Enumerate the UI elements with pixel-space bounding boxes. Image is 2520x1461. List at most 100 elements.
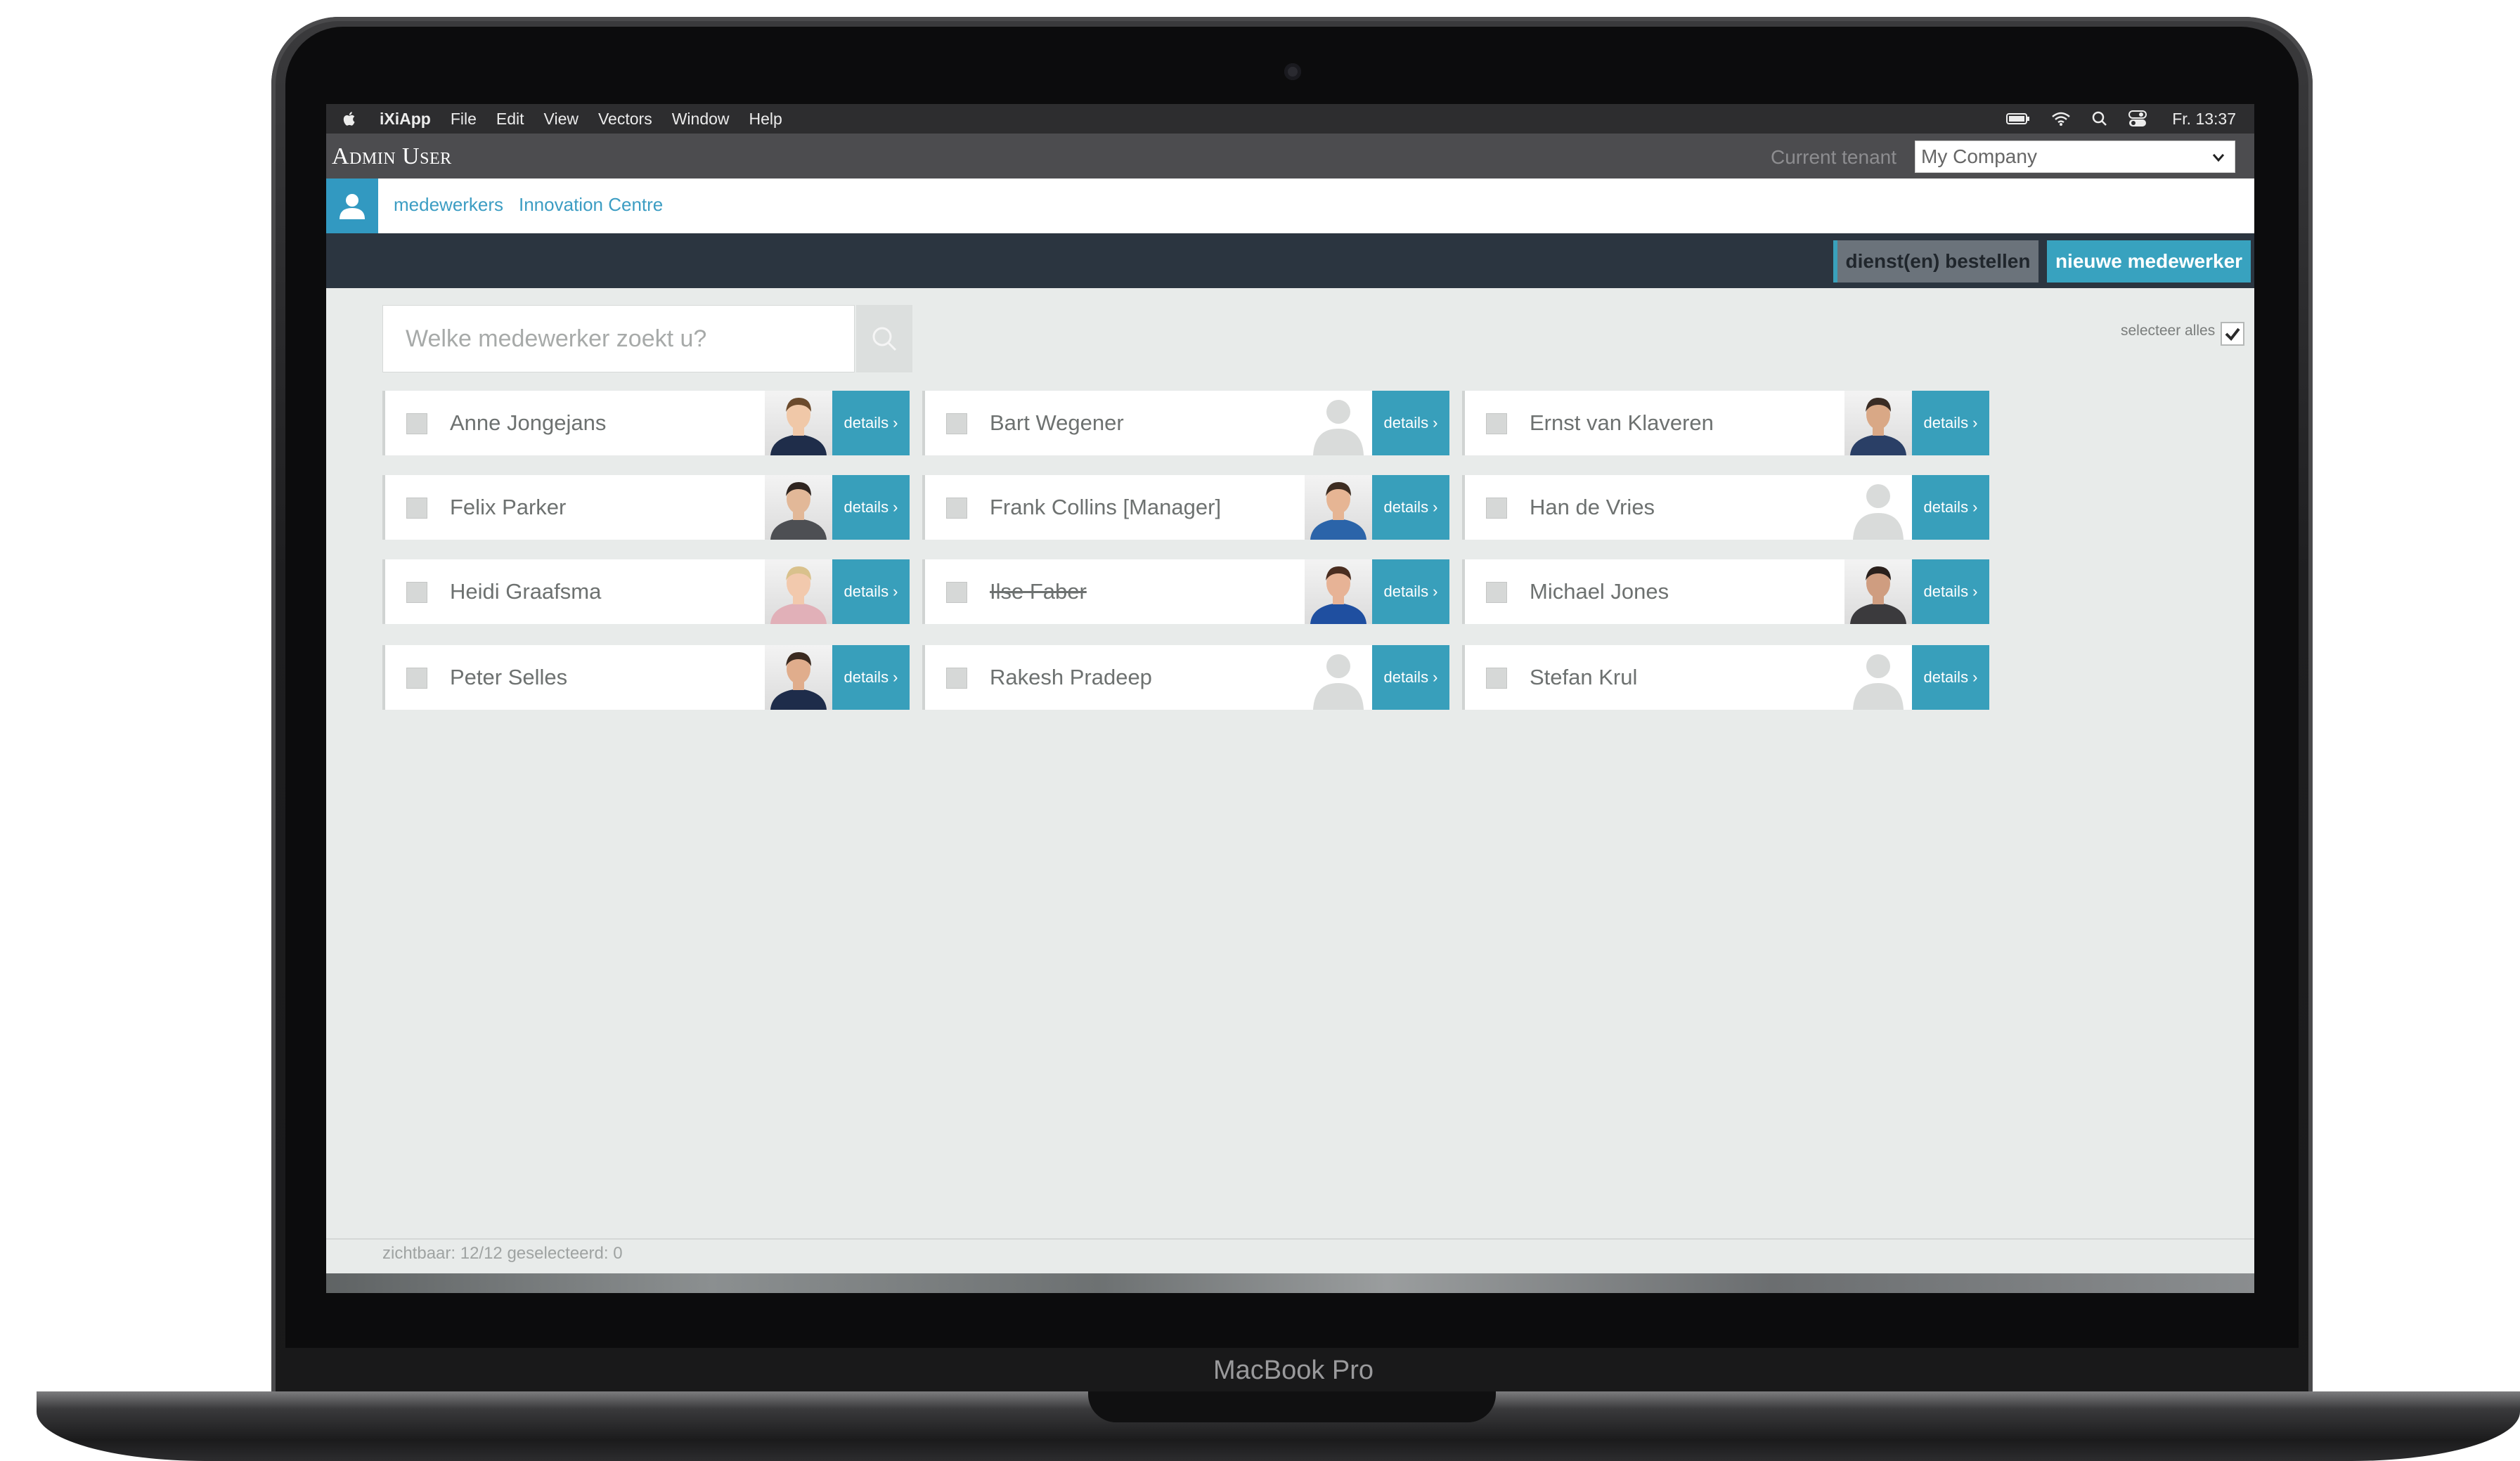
chevron-right-icon: › bbox=[1968, 414, 1978, 431]
chevron-right-icon: › bbox=[889, 414, 898, 431]
wifi-icon[interactable] bbox=[2051, 111, 2071, 126]
employee-checkbox[interactable] bbox=[406, 413, 427, 434]
details-label: details bbox=[844, 668, 889, 686]
footer-divider bbox=[326, 1238, 2254, 1240]
breadcrumb-medewerkers[interactable]: medewerkers bbox=[394, 194, 503, 216]
employee-card: Anne Jongejans details › bbox=[382, 391, 910, 455]
laptop-notch bbox=[1088, 1391, 1496, 1422]
details-button[interactable]: details › bbox=[832, 645, 910, 710]
details-button[interactable]: details › bbox=[1372, 391, 1449, 455]
apple-icon[interactable] bbox=[342, 110, 358, 128]
breadcrumb: medewerkers Innovation Centre bbox=[326, 178, 2254, 233]
menu-window[interactable]: Window bbox=[672, 110, 730, 129]
employee-photo bbox=[765, 475, 832, 540]
details-button[interactable]: details › bbox=[832, 559, 910, 624]
user-section-icon bbox=[326, 178, 378, 233]
employee-checkbox[interactable] bbox=[1486, 668, 1507, 689]
employee-card: Rakesh Pradeep details › bbox=[922, 645, 1449, 710]
employee-photo bbox=[1305, 559, 1372, 624]
chevron-right-icon: › bbox=[1428, 414, 1438, 431]
chevron-right-icon: › bbox=[1428, 583, 1438, 600]
screen: iXiApp File Edit View Vectors Window Hel… bbox=[326, 104, 2254, 1293]
employee-checkbox[interactable] bbox=[406, 582, 427, 603]
menu-edit[interactable]: Edit bbox=[496, 110, 524, 129]
employee-name: Felix Parker bbox=[450, 495, 567, 519]
checkmark-icon bbox=[2225, 327, 2240, 342]
spotlight-search-icon[interactable] bbox=[2092, 111, 2107, 126]
chevron-right-icon: › bbox=[1428, 668, 1438, 686]
tenant-select[interactable]: My Company bbox=[1915, 141, 2235, 173]
new-employee-button[interactable]: nieuwe medewerker bbox=[2047, 240, 2251, 283]
employee-checkbox[interactable] bbox=[946, 582, 967, 603]
admin-header: Admin User Current tenant My Company bbox=[326, 134, 2254, 178]
employee-card: Bart Wegener details › bbox=[922, 391, 1449, 455]
employee-photo bbox=[765, 645, 832, 710]
employee-checkbox[interactable] bbox=[946, 498, 967, 519]
employee-name: Rakesh Pradeep bbox=[990, 665, 1152, 689]
chevron-right-icon: › bbox=[889, 583, 898, 600]
menu-help[interactable]: Help bbox=[749, 110, 782, 129]
details-button[interactable]: details › bbox=[1372, 559, 1449, 624]
admin-title: Admin User bbox=[332, 143, 452, 169]
select-all-checkbox[interactable] bbox=[2221, 322, 2244, 346]
employee-checkbox[interactable] bbox=[406, 668, 427, 689]
employee-name: Han de Vries bbox=[1530, 495, 1655, 519]
employee-grid: Anne Jongejans details › Bart Wegener detai… bbox=[382, 391, 1989, 714]
details-label: details bbox=[1383, 498, 1429, 516]
tenant-label: Current tenant bbox=[1771, 146, 1897, 168]
details-button[interactable]: details › bbox=[832, 391, 910, 455]
employee-checkbox[interactable] bbox=[1486, 413, 1507, 434]
avatar-placeholder-icon bbox=[1844, 645, 1912, 710]
breadcrumb-innovation-centre[interactable]: Innovation Centre bbox=[519, 194, 663, 216]
employee-photo bbox=[1844, 559, 1912, 624]
order-services-button[interactable]: dienst(en) bestellen bbox=[1833, 240, 2038, 283]
employee-card: Frank Collins [Manager] details › bbox=[922, 475, 1449, 540]
employee-checkbox[interactable] bbox=[1486, 498, 1507, 519]
details-button[interactable]: details › bbox=[1912, 475, 1989, 540]
chevron-right-icon: › bbox=[889, 668, 898, 686]
employee-card: Stefan Krul details › bbox=[1462, 645, 1989, 710]
search-icon bbox=[872, 327, 897, 351]
employee-name: Peter Selles bbox=[450, 665, 568, 689]
search-button[interactable] bbox=[856, 305, 912, 372]
details-label: details bbox=[1383, 414, 1429, 431]
details-button[interactable]: details › bbox=[1372, 645, 1449, 710]
footer-strip bbox=[326, 1273, 2254, 1293]
employee-card: Han de Vries details › bbox=[1462, 475, 1989, 540]
employee-name: Anne Jongejans bbox=[450, 410, 607, 435]
details-label: details bbox=[1923, 668, 1969, 686]
control-center-icon[interactable] bbox=[2128, 110, 2147, 127]
chevron-right-icon: › bbox=[889, 498, 898, 516]
menu-file[interactable]: File bbox=[451, 110, 477, 129]
employee-checkbox[interactable] bbox=[946, 413, 967, 434]
select-all-label: selecteer alles bbox=[2121, 323, 2216, 339]
chevron-right-icon: › bbox=[1968, 498, 1978, 516]
details-button[interactable]: details › bbox=[1372, 475, 1449, 540]
employee-card: Ernst van Klaveren details › bbox=[1462, 391, 1989, 455]
details-button[interactable]: details › bbox=[832, 475, 910, 540]
details-label: details bbox=[1923, 583, 1969, 600]
employee-name: Ilse Faber bbox=[990, 579, 1087, 604]
details-label: details bbox=[1923, 498, 1969, 516]
action-bar: dienst(en) bestellen nieuwe medewerker bbox=[326, 233, 2254, 288]
menu-vectors[interactable]: Vectors bbox=[598, 110, 652, 129]
details-button[interactable]: details › bbox=[1912, 391, 1989, 455]
search-input[interactable]: Welke medewerker zoekt u? bbox=[382, 305, 855, 372]
details-button[interactable]: details › bbox=[1912, 645, 1989, 710]
employee-card: Felix Parker details › bbox=[382, 475, 910, 540]
device-label: MacBook Pro bbox=[1213, 1356, 1374, 1385]
menu-app-name[interactable]: iXiApp bbox=[380, 110, 431, 129]
search-placeholder: Welke medewerker zoekt u? bbox=[406, 325, 707, 352]
menu-clock[interactable]: Fr. 13:37 bbox=[2172, 110, 2236, 129]
menu-view[interactable]: View bbox=[544, 110, 579, 129]
employee-checkbox[interactable] bbox=[1486, 582, 1507, 603]
tenant-select-value: My Company bbox=[1921, 145, 2037, 167]
battery-icon[interactable] bbox=[2006, 112, 2030, 125]
avatar-placeholder-icon bbox=[1305, 391, 1372, 455]
details-button[interactable]: details › bbox=[1912, 559, 1989, 624]
details-label: details bbox=[1383, 668, 1429, 686]
employee-checkbox[interactable] bbox=[406, 498, 427, 519]
details-label: details bbox=[1923, 414, 1969, 431]
employee-checkbox[interactable] bbox=[946, 668, 967, 689]
employee-photo bbox=[765, 559, 832, 624]
